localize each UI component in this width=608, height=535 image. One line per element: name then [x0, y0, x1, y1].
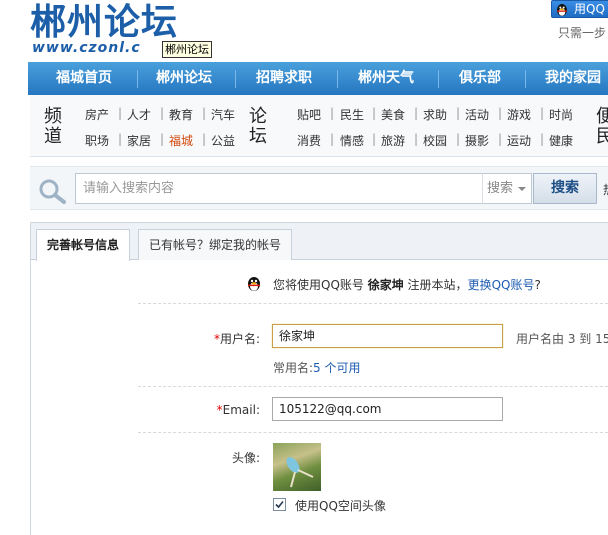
- notice-username: 徐家坤: [367, 278, 404, 292]
- chevron-down-icon: [518, 187, 526, 191]
- pipe-divider: |: [330, 132, 335, 146]
- email-label-text: Email:: [222, 403, 260, 417]
- nav-separator: [438, 70, 439, 88]
- nav-item-home[interactable]: 福城首页: [56, 62, 112, 95]
- search-icon: [39, 179, 66, 204]
- search-hot-label[interactable]: 热: [603, 181, 608, 198]
- main-nav: 福城首页 郴州论坛 招聘求职 郴州天气 俱乐部 我的家园: [28, 62, 608, 95]
- nav-separator: [337, 70, 338, 88]
- forum-link[interactable]: 求助: [423, 106, 447, 123]
- pipe-divider: |: [540, 106, 545, 120]
- nav-separator: [137, 70, 138, 88]
- use-qq-avatar-checkbox[interactable]: [273, 498, 286, 511]
- search-input[interactable]: 请输入搜索内容: [75, 173, 483, 204]
- forum-link[interactable]: 民生: [340, 106, 364, 123]
- email-input[interactable]: 105122@qq.com: [272, 397, 503, 421]
- forum-link[interactable]: 情感: [340, 132, 364, 149]
- pipe-divider: |: [498, 132, 503, 146]
- avatar-label: 头像:: [231, 451, 260, 465]
- pipe-divider: |: [456, 132, 461, 146]
- username-label: *用户名:: [160, 330, 260, 347]
- nav-item-forum[interactable]: 郴州论坛: [156, 62, 212, 95]
- forum-link[interactable]: 时尚: [549, 106, 573, 123]
- forum-link[interactable]: 游戏: [507, 106, 531, 123]
- pipe-divider: |: [372, 106, 377, 120]
- notice-prefix: 您将使用QQ账号: [273, 278, 368, 292]
- form-divider: [138, 386, 608, 387]
- form-divider: [138, 303, 608, 304]
- qq-login-button[interactable]: 用QQ: [551, 0, 608, 18]
- common-names-link[interactable]: 5 个可用: [313, 361, 360, 375]
- username-label-text: 用户名:: [219, 332, 260, 346]
- pipe-divider: |: [414, 106, 419, 120]
- common-names-prefix: 常用名:: [273, 361, 314, 375]
- checkmark-icon: [275, 500, 284, 509]
- logo-title: 郴州论坛: [30, 2, 179, 43]
- logo-tooltip: 郴州论坛: [162, 41, 212, 58]
- nav-item-jobs[interactable]: 招聘求职: [256, 62, 312, 95]
- pipe-divider: |: [160, 132, 165, 146]
- username-input[interactable]: 徐家坤: [272, 324, 503, 348]
- pipe-divider: |: [202, 132, 207, 146]
- common-names: 常用名:5 个可用: [273, 359, 361, 376]
- channel-link[interactable]: 教育: [169, 106, 193, 123]
- nav-item-weather[interactable]: 郴州天气: [358, 62, 414, 95]
- qq-penguin-icon: [557, 4, 567, 16]
- username-hint: 用户名由 3 到 15: [516, 332, 608, 346]
- search-type-value: 搜索: [487, 181, 514, 196]
- notice-middle: 注册本站，: [403, 278, 468, 292]
- pipe-divider: |: [118, 132, 123, 146]
- forum-link[interactable]: 美食: [381, 106, 405, 123]
- forum-link[interactable]: 消费: [297, 132, 321, 149]
- channel-title: 频道: [44, 106, 62, 147]
- forum-link[interactable]: 贴吧: [297, 106, 321, 123]
- email-label: *Email:: [160, 403, 260, 417]
- forum-link[interactable]: 运动: [507, 132, 531, 149]
- pipe-divider: |: [540, 132, 545, 146]
- notice-suffix: ?: [534, 278, 541, 292]
- pipe-divider: |: [160, 106, 165, 120]
- convenience-title: 便民: [596, 106, 608, 147]
- channel-link[interactable]: 职场: [85, 132, 109, 149]
- channel-bar: 频道 论坛 便民 房产 | 人才 | 教育 | 汽车 职场 | 家居 | 福城 …: [30, 95, 608, 157]
- avatar-image: [273, 443, 321, 491]
- nav-separator: [235, 70, 236, 88]
- use-qq-avatar-label[interactable]: 使用QQ空间头像: [295, 497, 386, 514]
- nav-item-club[interactable]: 俱乐部: [459, 62, 501, 95]
- pipe-divider: |: [202, 106, 207, 120]
- forum-link[interactable]: 旅游: [381, 132, 405, 149]
- search-button[interactable]: 搜索: [533, 173, 597, 204]
- channel-link[interactable]: 公益: [211, 132, 235, 149]
- pipe-divider: |: [498, 106, 503, 120]
- qq-login-label: 用QQ: [574, 2, 605, 16]
- forum-link[interactable]: 校园: [423, 132, 447, 149]
- avatar-figure-icon: [286, 457, 314, 488]
- search-type-select[interactable]: 搜索: [482, 173, 532, 204]
- channel-link[interactable]: 汽车: [211, 106, 235, 123]
- channel-link[interactable]: 人才: [127, 106, 151, 123]
- logo-url: www.czonl.c: [32, 40, 141, 56]
- nav-item-home-space[interactable]: 我的家园: [545, 62, 601, 95]
- nav-separator: [525, 70, 526, 88]
- form-divider: [138, 432, 608, 433]
- qq-penguin-icon: [248, 277, 260, 291]
- pipe-divider: |: [118, 106, 123, 120]
- forum-link[interactable]: 健康: [549, 132, 573, 149]
- pipe-divider: |: [414, 132, 419, 146]
- one-step-text: 只需一步: [558, 26, 607, 40]
- tab-complete-account[interactable]: 完善帐号信息: [36, 229, 131, 261]
- channel-link[interactable]: 房产: [85, 106, 109, 123]
- channel-link[interactable]: 家居: [127, 132, 151, 149]
- pipe-divider: |: [372, 132, 377, 146]
- pipe-divider: |: [330, 106, 335, 120]
- pipe-divider: |: [456, 106, 461, 120]
- tab-bind-existing[interactable]: 已有帐号？绑定我的帐号: [138, 229, 293, 260]
- channel-link-highlighted[interactable]: 福城: [169, 132, 193, 149]
- change-qq-link[interactable]: 更换QQ账号: [468, 278, 535, 292]
- forum-link[interactable]: 摄影: [465, 132, 489, 149]
- forum-title: 论坛: [249, 106, 267, 147]
- forum-link[interactable]: 活动: [465, 106, 489, 123]
